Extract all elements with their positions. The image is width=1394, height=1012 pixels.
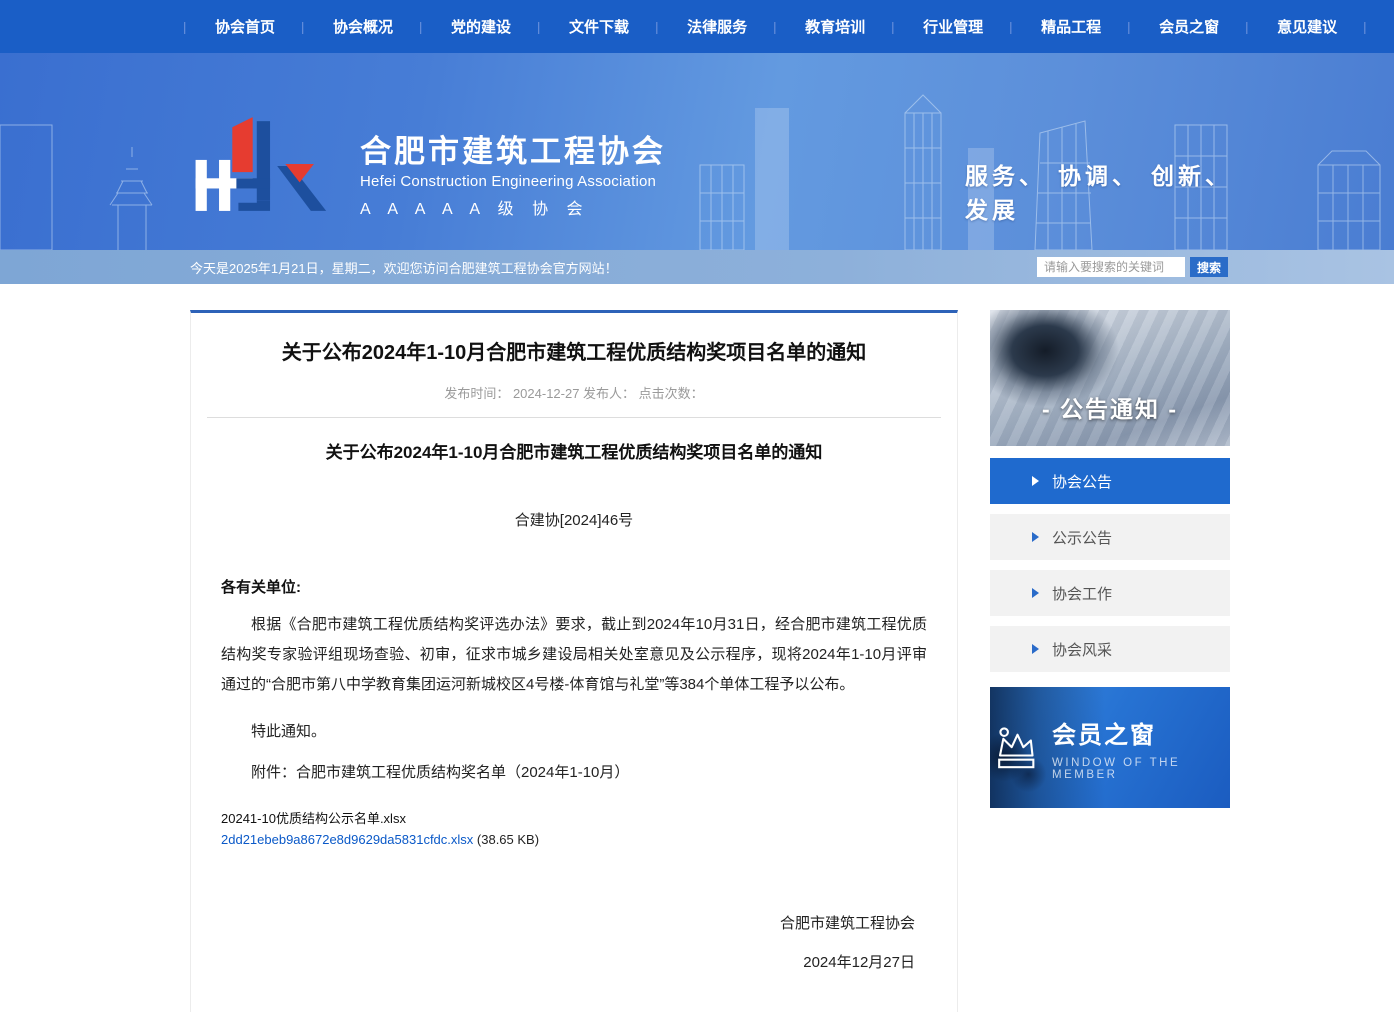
nav-item-party[interactable]: 党的建设 [422,16,540,37]
welcome-text: 今天是2025年1月21日，星期二，欢迎您访问合肥建筑工程协会官方网站！ [190,258,1037,277]
banner-slogan: 服务、 协调、 创新、 发展 [965,157,1255,225]
nav-item-training[interactable]: 教育培训 [776,16,894,37]
attachment-file-name: 20241-10优质结构公示名单.xlsx [221,808,927,829]
body-paragraph: 根据《合肥市建筑工程优质结构奖评选办法》要求，截止到2024年10月31日，经合… [221,610,927,700]
attachment-download-link[interactable]: 2dd21ebeb9a8672e8d9629da5831cfdc.xlsx [221,832,473,847]
arrow-right-icon [1032,644,1039,654]
notice-banner-title: - 公告通知 - [990,390,1230,424]
signature-block: 合肥市建筑工程协会 2024年12月27日 [221,912,927,972]
org-name-cn: 合肥市建筑工程协会 [360,135,666,169]
org-grade: A A A A A 级 协 会 [360,195,666,219]
notice-banner-image[interactable]: - 公告通知 - [990,310,1230,446]
sidebar-item-association-notice[interactable]: 协会公告 [990,458,1230,504]
header-banner: 合肥市建筑工程协会 Hefei Construction Engineering… [0,53,1394,250]
sidebar-menu: 协会公告 公示公告 协会工作 协会风采 [990,458,1230,672]
salutation: 各有关单位: [221,576,927,597]
article-title: 关于公布2024年1-10月合肥市建筑工程优质结构奖项目名单的通知 [221,339,927,367]
sidebar-item-label: 公示公告 [1052,527,1112,548]
article-panel: 关于公布2024年1-10月合肥市建筑工程优质结构奖项目名单的通知 发布时间： … [190,310,958,1012]
search-input[interactable] [1037,257,1185,277]
arrow-right-icon [1032,476,1039,486]
top-navigation: 协会首页 协会概况 党的建设 文件下载 法律服务 教育培训 行业管理 精品工程 … [0,0,1394,53]
member-banner-subtitle: WINDOW OF THE MEMBER [1052,757,1230,781]
nav-item-feedback[interactable]: 意见建议 [1248,16,1366,37]
main-content: 关于公布2024年1-10月合肥市建筑工程优质结构奖项目名单的通知 发布时间： … [0,284,1394,1012]
attachment-file-size-value: (38.65 KB) [477,832,539,847]
search-button[interactable]: 搜索 [1190,257,1228,277]
nav-item-contact[interactable]: 联系我们 [1366,16,1394,37]
member-banner-title: 会员之窗 [1052,715,1230,750]
sidebar-item-public-notice[interactable]: 公示公告 [990,514,1230,560]
signature-date: 2024年12月27日 [221,951,915,972]
nav-item-overview[interactable]: 协会概况 [304,16,422,37]
nav-item-industry[interactable]: 行业管理 [894,16,1012,37]
document-number: 合建协[2024]46号 [221,509,927,530]
info-bar: 今天是2025年1月21日，星期二，欢迎您访问合肥建筑工程协会官方网站！ 搜索 [0,250,1394,284]
document-title: 关于公布2024年1-10月合肥市建筑工程优质结构奖项目名单的通知 [221,438,927,463]
nav-item-home[interactable]: 协会首页 [186,16,304,37]
closing-line: 特此通知。 [221,720,927,741]
nav-item-downloads[interactable]: 文件下载 [540,16,658,37]
sidebar-item-label: 协会工作 [1052,583,1112,604]
sidebar-item-association-style[interactable]: 协会风采 [990,626,1230,672]
arrow-right-icon [1032,532,1039,542]
sidebar: - 公告通知 - 协会公告 公示公告 协会工作 协会风采 [990,310,1230,1012]
nav-item-members[interactable]: 会员之窗 [1130,16,1248,37]
attachment-block: 20241-10优质结构公示名单.xlsx 2dd21ebeb9a8672e8d… [221,808,927,850]
article-meta: 发布时间： 2024-12-27 发布人： 点击次数： [221,383,927,402]
divider [207,417,941,418]
search-box: 搜索 [1037,257,1228,277]
sidebar-item-association-work[interactable]: 协会工作 [990,570,1230,616]
nav-item-legal[interactable]: 法律服务 [658,16,776,37]
arrow-right-icon [1032,588,1039,598]
nav-item-projects[interactable]: 精品工程 [1012,16,1130,37]
sidebar-item-label: 协会公告 [1052,471,1112,492]
sidebar-item-label: 协会风采 [1052,639,1112,660]
crown-icon [990,722,1040,774]
brand-block[interactable]: 合肥市建筑工程协会 Hefei Construction Engineering… [188,113,666,219]
org-name-en: Hefei Construction Engineering Associati… [360,173,666,190]
signature-org: 合肥市建筑工程协会 [221,912,915,933]
hfjx-logo [188,113,348,215]
member-window-banner[interactable]: 会员之窗 WINDOW OF THE MEMBER [990,687,1230,808]
attachment-line: 附件：合肥市建筑工程优质结构奖名单（2024年1-10月） [221,761,927,782]
